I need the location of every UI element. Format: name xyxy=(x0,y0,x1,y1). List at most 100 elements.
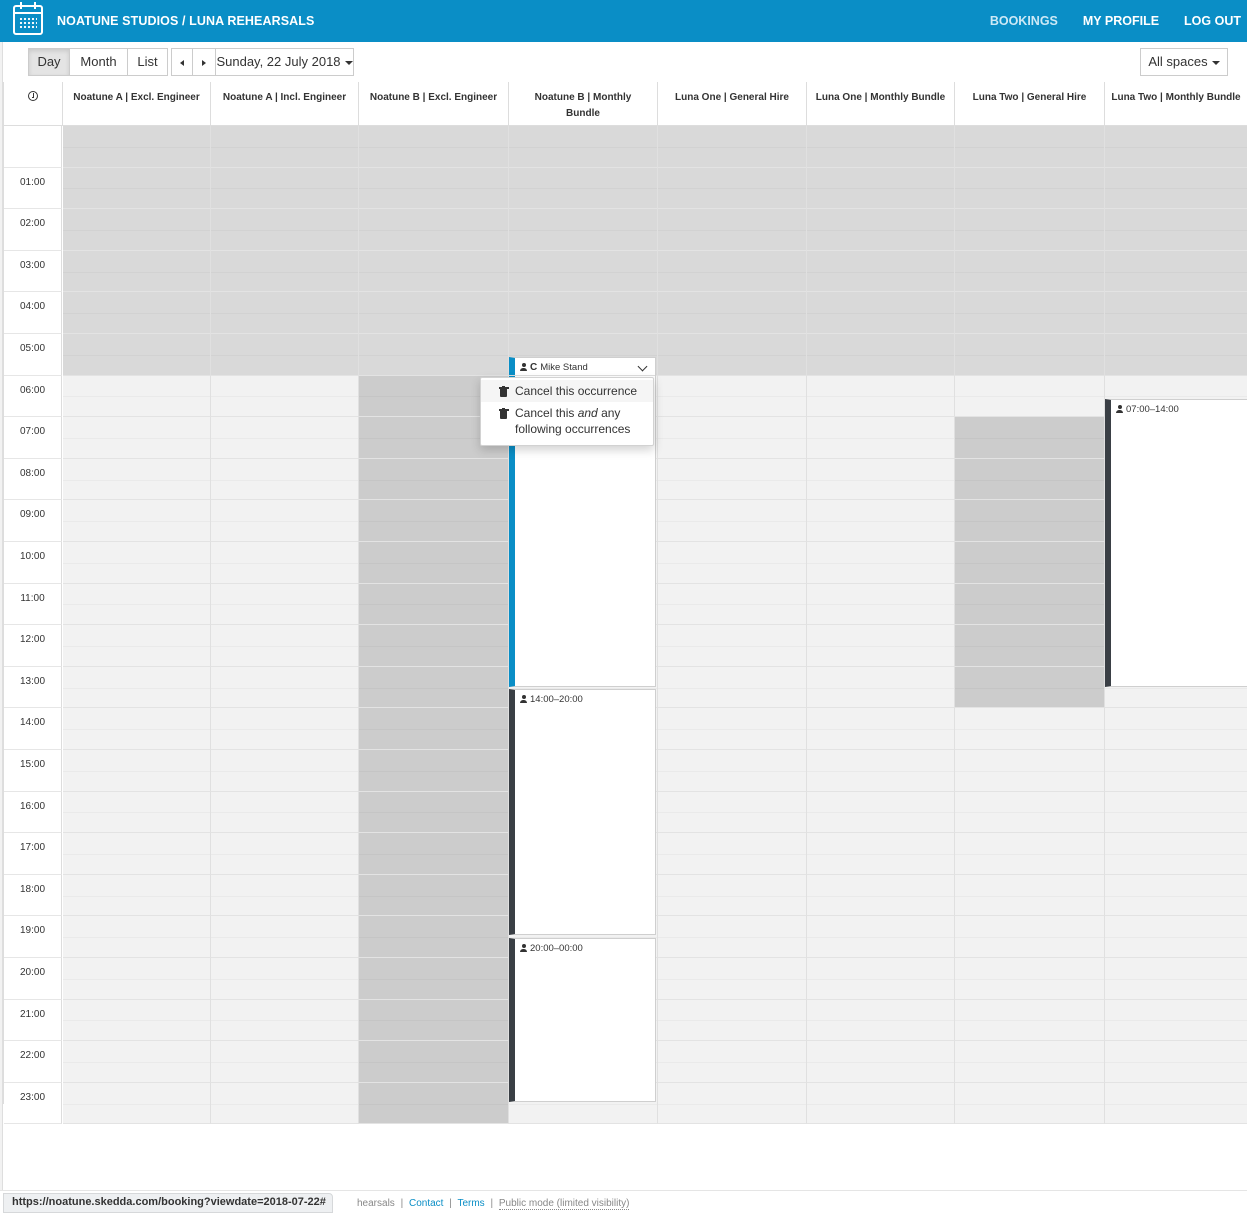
time-slot[interactable] xyxy=(359,126,509,168)
time-slot[interactable] xyxy=(359,500,509,542)
time-slot[interactable] xyxy=(658,1082,807,1125)
date-picker-button[interactable]: Sunday, 22 July 2018 xyxy=(215,48,354,76)
public-mode-label[interactable]: Public mode (limited visibility) xyxy=(498,1198,630,1210)
time-slot[interactable] xyxy=(955,167,1105,210)
time-slot[interactable] xyxy=(63,874,211,917)
time-slot[interactable] xyxy=(955,874,1105,917)
time-slot[interactable] xyxy=(63,167,211,210)
time-slot[interactable] xyxy=(1105,791,1247,834)
time-slot[interactable] xyxy=(211,458,359,501)
time-slot[interactable] xyxy=(658,874,807,917)
time-slot[interactable] xyxy=(807,666,955,709)
time-slot[interactable] xyxy=(1105,833,1247,875)
time-slot[interactable] xyxy=(359,791,509,834)
nav-bookings[interactable]: BOOKINGS xyxy=(971,0,1064,42)
time-slot[interactable] xyxy=(1105,1082,1247,1125)
time-slot[interactable] xyxy=(807,458,955,501)
time-slot[interactable] xyxy=(509,209,658,251)
time-slot[interactable] xyxy=(955,833,1105,875)
time-slot[interactable] xyxy=(1105,750,1247,792)
time-slot[interactable] xyxy=(807,916,955,958)
time-slot[interactable] xyxy=(63,791,211,834)
time-slot[interactable] xyxy=(63,542,211,584)
time-slot[interactable] xyxy=(211,500,359,542)
time-slot[interactable] xyxy=(955,999,1105,1042)
chevron-down-icon[interactable] xyxy=(637,361,648,372)
view-day-button[interactable]: Day xyxy=(28,48,70,76)
time-slot[interactable] xyxy=(658,583,807,626)
time-slot[interactable] xyxy=(359,583,509,626)
time-slot[interactable] xyxy=(211,542,359,584)
time-slot[interactable] xyxy=(1105,1041,1247,1083)
brand-title[interactable]: NOATUNE STUDIOS / LUNA REHEARSALS xyxy=(57,0,314,42)
time-slot[interactable] xyxy=(359,167,509,210)
time-slot[interactable] xyxy=(1105,292,1247,334)
time-slot[interactable] xyxy=(1105,126,1247,168)
spaces-filter-dropdown[interactable]: All spaces xyxy=(1140,48,1228,76)
time-slot[interactable] xyxy=(658,666,807,709)
time-slot[interactable] xyxy=(63,916,211,958)
time-slot[interactable] xyxy=(955,334,1105,376)
time-slot[interactable] xyxy=(63,375,211,418)
time-slot[interactable] xyxy=(63,1041,211,1083)
time-slot[interactable] xyxy=(1105,708,1247,750)
time-slot[interactable] xyxy=(359,458,509,501)
time-slot[interactable] xyxy=(359,958,509,1000)
time-slot[interactable] xyxy=(955,500,1105,542)
time-slot[interactable] xyxy=(211,209,359,251)
time-slot[interactable] xyxy=(359,750,509,792)
time-slot[interactable] xyxy=(1105,958,1247,1000)
time-slot[interactable] xyxy=(211,625,359,667)
time-slot[interactable] xyxy=(955,791,1105,834)
time-slot[interactable] xyxy=(211,292,359,334)
time-slot[interactable] xyxy=(807,334,955,376)
time-slot[interactable] xyxy=(807,167,955,210)
time-slot[interactable] xyxy=(63,126,211,168)
prev-day-button[interactable] xyxy=(171,48,193,76)
time-slot[interactable] xyxy=(359,708,509,750)
time-slot[interactable] xyxy=(63,625,211,667)
time-slot[interactable] xyxy=(211,375,359,418)
time-slot[interactable] xyxy=(658,791,807,834)
time-slot[interactable] xyxy=(211,958,359,1000)
time-slot[interactable] xyxy=(955,209,1105,251)
next-day-button[interactable] xyxy=(192,48,216,76)
time-slot[interactable] xyxy=(359,292,509,334)
time-slot[interactable] xyxy=(1105,209,1247,251)
nav-log-out[interactable]: LOG OUT xyxy=(1165,0,1247,42)
time-slot[interactable] xyxy=(63,958,211,1000)
time-slot[interactable] xyxy=(955,1041,1105,1083)
time-slot[interactable] xyxy=(1105,167,1247,210)
time-slot[interactable] xyxy=(658,542,807,584)
time-slot[interactable] xyxy=(658,958,807,1000)
time-slot[interactable] xyxy=(807,542,955,584)
time-slot[interactable] xyxy=(211,1041,359,1083)
contact-link[interactable]: Contact xyxy=(409,1198,443,1209)
time-slot[interactable] xyxy=(211,999,359,1042)
time-slot[interactable] xyxy=(658,500,807,542)
time-slot[interactable] xyxy=(359,1041,509,1083)
time-slot[interactable] xyxy=(211,334,359,376)
time-slot[interactable] xyxy=(807,1041,955,1083)
time-slot[interactable] xyxy=(509,126,658,168)
time-slot[interactable] xyxy=(658,458,807,501)
time-slot[interactable] xyxy=(63,708,211,750)
time-slot[interactable] xyxy=(1105,334,1247,376)
time-slot[interactable] xyxy=(955,750,1105,792)
time-slot[interactable] xyxy=(211,250,359,293)
time-slot[interactable] xyxy=(63,292,211,334)
time-slot[interactable] xyxy=(359,334,509,376)
time-slot[interactable] xyxy=(955,625,1105,667)
booking-20-00[interactable]: 20:00–00:00 xyxy=(509,938,656,1102)
time-slot[interactable] xyxy=(807,250,955,293)
time-slot[interactable] xyxy=(63,666,211,709)
time-slot[interactable] xyxy=(807,583,955,626)
time-slot[interactable] xyxy=(955,126,1105,168)
time-slot[interactable] xyxy=(211,417,359,459)
time-slot[interactable] xyxy=(211,874,359,917)
time-slot[interactable] xyxy=(658,999,807,1042)
time-slot[interactable] xyxy=(359,625,509,667)
time-slot[interactable] xyxy=(63,833,211,875)
time-slot[interactable] xyxy=(807,500,955,542)
time-slot[interactable] xyxy=(63,750,211,792)
